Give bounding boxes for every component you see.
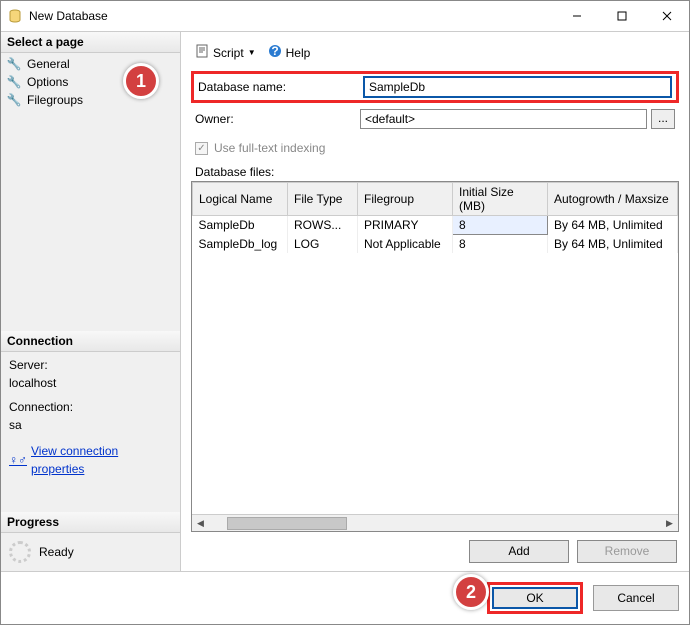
db-name-label: Database name: [198, 80, 363, 94]
owner-label: Owner: [195, 112, 360, 126]
owner-input[interactable] [360, 109, 647, 129]
cell[interactable]: LOG [288, 235, 358, 254]
connection-label: Connection: [9, 398, 172, 416]
cell[interactable]: ROWS... [288, 216, 358, 235]
scroll-thumb[interactable] [227, 517, 347, 530]
connection-info: Server: localhost Connection: sa ♀♂ View… [1, 352, 180, 482]
svg-text:?: ? [271, 44, 278, 58]
callout-2: 2 [453, 574, 489, 610]
callout-1: 1 [123, 63, 159, 99]
table-row[interactable]: SampleDb_log LOG Not Applicable 8 By 64 … [193, 235, 678, 254]
col-logical-name[interactable]: Logical Name [193, 183, 288, 216]
db-name-row: Database name: [191, 71, 679, 103]
sidebar: Select a page 🔧 General 🔧 Options 🔧 File… [1, 32, 181, 571]
remove-button: Remove [577, 540, 677, 563]
connection-header: Connection [1, 331, 180, 352]
select-page-header: Select a page [1, 32, 180, 53]
script-label: Script [213, 46, 244, 60]
help-icon: ? [268, 44, 282, 61]
wrench-icon: 🔧 [7, 57, 21, 71]
page-label: General [27, 57, 70, 71]
fulltext-checkbox: ✓ [195, 142, 208, 155]
maximize-button[interactable] [599, 1, 644, 31]
owner-browse-button[interactable]: ... [651, 109, 675, 129]
toolbar: Script ▼ ? Help [191, 38, 679, 71]
wrench-icon: 🔧 [7, 93, 21, 107]
cell[interactable]: Not Applicable [358, 235, 453, 254]
cell-selected[interactable]: 8 [453, 216, 548, 235]
fulltext-label: Use full-text indexing [214, 141, 325, 155]
help-button[interactable]: ? Help [264, 42, 315, 63]
minimize-button[interactable] [554, 1, 599, 31]
table-row[interactable]: SampleDb ROWS... PRIMARY 8 By 64 MB, Unl… [193, 216, 678, 235]
fulltext-row: ✓ Use full-text indexing [191, 135, 679, 165]
script-button[interactable]: Script ▼ [191, 42, 260, 63]
cancel-button[interactable]: Cancel [593, 585, 679, 611]
page-label: Filegroups [27, 93, 83, 107]
col-filegroup[interactable]: Filegroup [358, 183, 453, 216]
window-title: New Database [29, 9, 554, 23]
scroll-left-icon[interactable]: ◀ [192, 518, 209, 529]
dialog-window: 1 New Database Select a page 🔧 General 🔧… [0, 0, 690, 625]
progress-header: Progress [1, 512, 180, 533]
cell[interactable]: 8 [453, 235, 548, 254]
horizontal-scrollbar[interactable]: ◀ ▶ [192, 514, 678, 531]
close-button[interactable] [644, 1, 689, 31]
wrench-icon: 🔧 [7, 75, 21, 89]
view-connection-properties-link[interactable]: ♀♂ View connection properties [9, 442, 172, 478]
add-button[interactable]: Add [469, 540, 569, 563]
chevron-down-icon: ▼ [248, 48, 256, 57]
cell[interactable]: By 64 MB, Unlimited [548, 216, 678, 235]
owner-row: Owner: ... [191, 107, 679, 131]
page-label: Options [27, 75, 68, 89]
server-value: localhost [9, 374, 172, 392]
db-files-grid[interactable]: Logical Name File Type Filegroup Initial… [191, 181, 679, 532]
title-bar: New Database [1, 1, 689, 31]
ok-button[interactable]: OK [492, 587, 578, 609]
main-panel: Script ▼ ? Help Database name: [181, 32, 689, 571]
script-icon [195, 44, 209, 61]
col-file-type[interactable]: File Type [288, 183, 358, 216]
col-autogrowth[interactable]: Autogrowth / Maxsize [548, 183, 678, 216]
db-name-input[interactable] [363, 76, 672, 98]
ok-highlight: OK [487, 582, 583, 614]
db-files-label: Database files: [191, 165, 679, 179]
database-icon [7, 8, 23, 24]
properties-icon: ♀♂ [9, 451, 27, 469]
link-text: View connection properties [31, 442, 172, 478]
connection-value: sa [9, 416, 172, 434]
cell[interactable]: PRIMARY [358, 216, 453, 235]
scroll-right-icon[interactable]: ▶ [661, 518, 678, 529]
server-label: Server: [9, 356, 172, 374]
progress-spinner-icon [9, 541, 31, 563]
cell[interactable]: SampleDb [193, 216, 288, 235]
help-label: Help [286, 46, 311, 60]
progress-status: Ready [39, 545, 74, 559]
dialog-footer: 2 OK Cancel [1, 571, 689, 624]
cell[interactable]: SampleDb_log [193, 235, 288, 254]
cell[interactable]: By 64 MB, Unlimited [548, 235, 678, 254]
col-initial-size[interactable]: Initial Size (MB) [453, 183, 548, 216]
